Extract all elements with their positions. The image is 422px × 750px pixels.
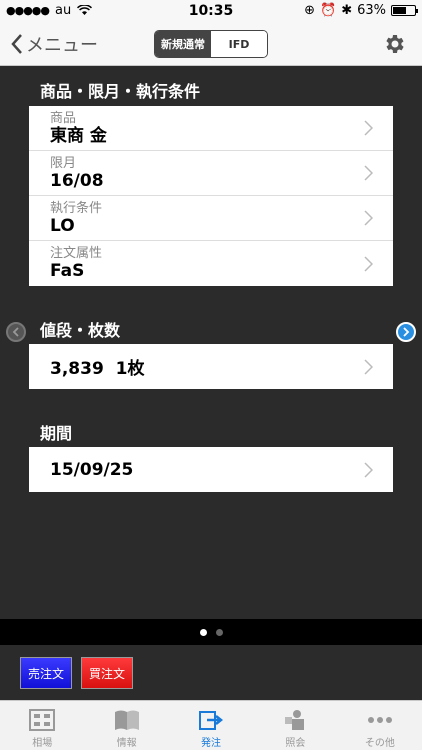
chevron-right-icon bbox=[364, 210, 373, 226]
row-value: 16/08 bbox=[50, 171, 104, 191]
next-page-button[interactable] bbox=[396, 322, 416, 342]
product-card: 商品 東商 金 限月 16/08 執行条件 LO 注文属性 FaS bbox=[29, 106, 393, 286]
tab-label: その他 bbox=[364, 738, 395, 749]
more-icon bbox=[367, 717, 392, 723]
alarm-icon: ⏰ bbox=[320, 3, 337, 18]
status-bar: ●●●●● au 10:35 ⊕ ⏰ ✱ 63% bbox=[0, 0, 422, 22]
tab-inquiry[interactable]: 照会 bbox=[253, 701, 337, 750]
chevron-right-icon bbox=[364, 120, 373, 136]
gear-icon[interactable] bbox=[382, 32, 406, 56]
battery-percent: 63% bbox=[357, 3, 386, 18]
previous-page-button[interactable] bbox=[6, 322, 26, 342]
row-period[interactable]: 15/09/25 bbox=[29, 447, 393, 492]
buy-order-button[interactable]: 買注文 bbox=[81, 657, 133, 689]
tab-label: 情報 bbox=[116, 738, 137, 749]
order-form: 商品・限月・執行条件 商品 東商 金 限月 16/08 執行条件 LO 注文属性… bbox=[0, 66, 422, 620]
row-label: 限月 bbox=[50, 156, 77, 171]
tab-info[interactable]: 情報 bbox=[84, 701, 168, 750]
page-dot[interactable] bbox=[215, 628, 223, 636]
chevron-right-icon bbox=[364, 165, 373, 181]
section-title-period: 期間 bbox=[40, 424, 73, 443]
inquiry-icon bbox=[285, 710, 305, 730]
back-button[interactable]: メニュー bbox=[10, 31, 98, 57]
book-icon bbox=[114, 710, 139, 730]
tab-label: 相場 bbox=[32, 738, 53, 749]
chevron-right-icon bbox=[403, 327, 410, 337]
row-value: 東商 金 bbox=[50, 126, 107, 146]
chevron-right-icon bbox=[364, 255, 373, 272]
tab-bar: 相場 情報 発注 照会 その他 bbox=[0, 700, 422, 750]
order-icon bbox=[199, 711, 224, 730]
nav-bar: メニュー 新規通常 IFD bbox=[0, 22, 422, 66]
rotation-lock-icon: ⊕ bbox=[304, 3, 315, 18]
segment-normal[interactable]: 新規通常 bbox=[155, 31, 211, 57]
page-indicator bbox=[0, 619, 422, 645]
segment-ifd[interactable]: IFD bbox=[211, 31, 267, 57]
back-label: メニュー bbox=[26, 35, 98, 56]
sell-order-button[interactable]: 売注文 bbox=[20, 657, 72, 689]
action-bar: 売注文 買注文 bbox=[0, 645, 422, 700]
battery-icon bbox=[391, 5, 418, 16]
tab-order[interactable]: 発注 bbox=[169, 701, 253, 750]
row-value: LO bbox=[50, 216, 75, 236]
row-execution-condition[interactable]: 執行条件 LO bbox=[29, 196, 393, 241]
tab-quotes[interactable]: 相場 bbox=[0, 701, 84, 750]
row-label: 執行条件 bbox=[50, 201, 103, 216]
period-card: 15/09/25 bbox=[29, 447, 393, 492]
row-value: FaS bbox=[50, 261, 85, 281]
status-right: ⊕ ⏰ ✱ 63% bbox=[304, 3, 418, 18]
tab-more[interactable]: その他 bbox=[338, 701, 422, 750]
row-value: 3,839 1枚 bbox=[50, 359, 145, 379]
quote-board-icon bbox=[29, 709, 56, 731]
row-price-quantity[interactable]: 3,839 1枚 bbox=[29, 344, 393, 389]
row-label: 注文属性 bbox=[50, 246, 103, 261]
row-label: 商品 bbox=[50, 111, 77, 126]
tab-label: 照会 bbox=[285, 738, 306, 749]
row-order-attribute[interactable]: 注文属性 FaS bbox=[29, 241, 393, 286]
section-title-price: 値段・枚数 bbox=[40, 321, 121, 340]
chevron-right-icon bbox=[364, 358, 373, 375]
page-dot-active bbox=[199, 628, 207, 636]
row-value: 15/09/25 bbox=[50, 459, 134, 480]
chevron-right-icon bbox=[364, 461, 373, 478]
bluetooth-icon: ✱ bbox=[341, 3, 353, 18]
tab-label: 発注 bbox=[201, 738, 222, 749]
order-type-segment: 新規通常 IFD bbox=[154, 30, 268, 58]
chevron-left-icon bbox=[11, 34, 22, 54]
row-product[interactable]: 商品 東商 金 bbox=[29, 106, 393, 151]
row-delivery-month[interactable]: 限月 16/08 bbox=[29, 151, 393, 196]
section-title-product: 商品・限月・執行条件 bbox=[40, 82, 201, 101]
price-card: 3,839 1枚 bbox=[29, 344, 393, 389]
chevron-left-icon bbox=[12, 327, 19, 337]
